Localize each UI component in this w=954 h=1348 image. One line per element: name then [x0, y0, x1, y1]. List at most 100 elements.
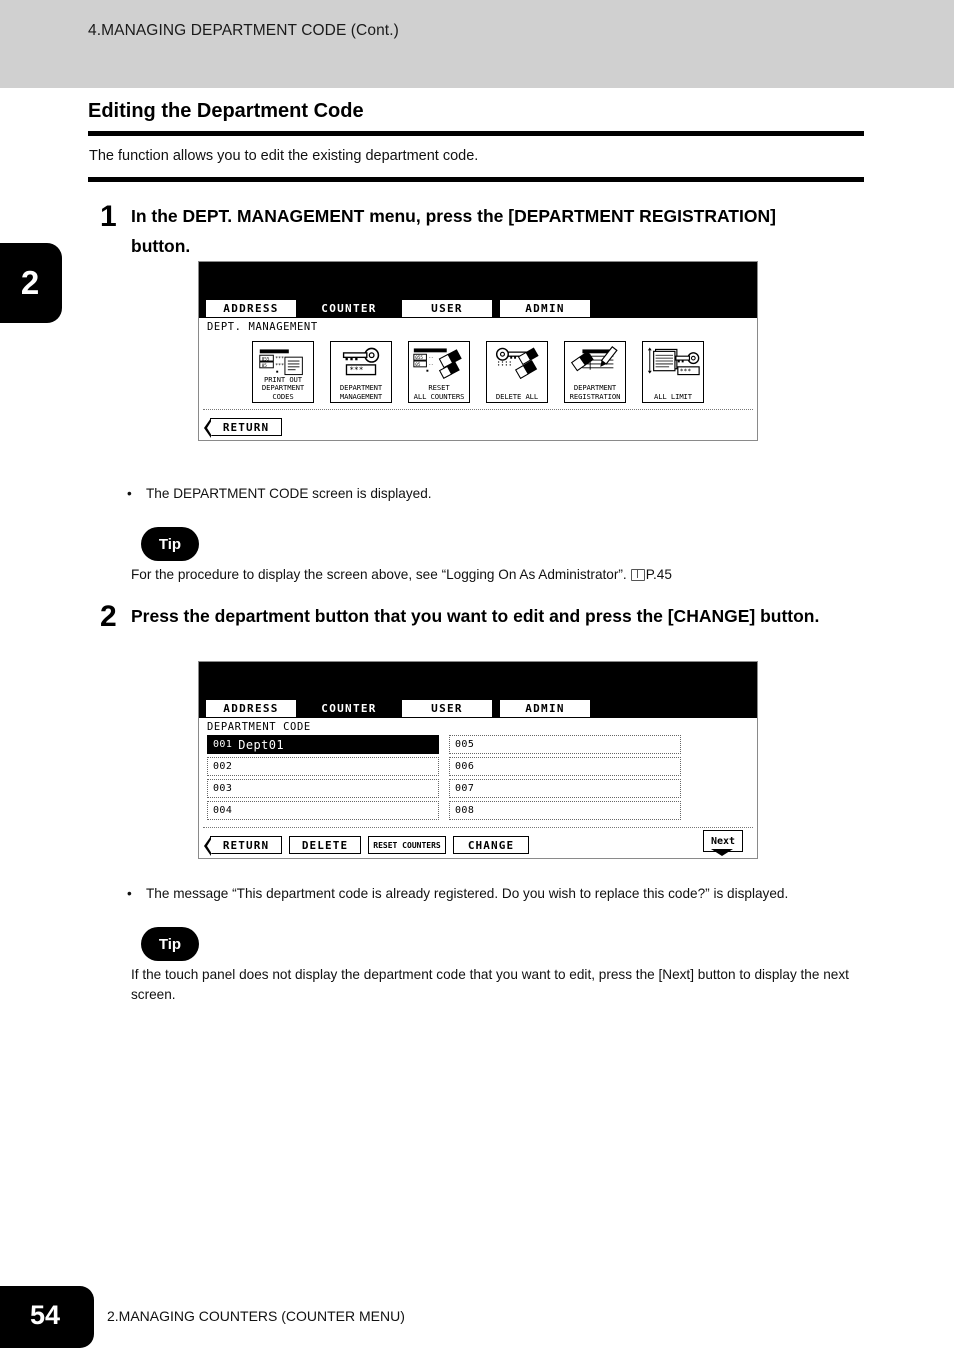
department-code-item[interactable]: 001 Dept01 [207, 735, 439, 754]
section-lead: The function allows you to edit the exis… [89, 148, 479, 164]
department-code-item[interactable]: 006 [449, 757, 681, 776]
tab-user[interactable]: USER [401, 299, 493, 318]
lcd-panel-dept-management[interactable]: ADDRESS COUNTER USER ADMIN DEPT. MANAGEM… [198, 261, 758, 441]
lcd-panel-2-return-button[interactable]: RETURN [204, 835, 282, 856]
department-code-number: 001 [213, 739, 233, 750]
reset-all-counters-icon: 055 05 -- -- [413, 348, 462, 379]
department-code-item[interactable]: 003 [207, 779, 439, 798]
department-code-grid: 001 Dept01 002 003 004 005 006 007 008 [199, 733, 757, 827]
department-code-item[interactable]: 008 [449, 801, 681, 820]
department-management-button[interactable]: ***_ DEPARTMENT MANAGEMENT [330, 341, 392, 403]
lcd-panel-2-footer: RETURN DELETE RESET COUNTERS CHANGE Next [199, 828, 757, 858]
department-code-item[interactable]: 005 [449, 735, 681, 754]
lcd-panel-1-body: DEPT. MANAGEMENT 055 05 *** *** PRINT OU… [199, 318, 757, 440]
department-registration-icon [571, 345, 618, 372]
tip-badge-2: Tip [141, 927, 199, 961]
step-1-note: • The DEPARTMENT CODE screen is displaye… [127, 484, 867, 503]
rule-top [88, 131, 864, 136]
tip-badge-1-label: Tip [158, 535, 182, 553]
department-code-number: 004 [213, 805, 233, 816]
tab-admin[interactable]: ADMIN [499, 299, 591, 318]
chapter-number: 2 [20, 264, 40, 301]
tab-admin-2-label: ADMIN [525, 702, 565, 715]
svg-text:***_: ***_ [349, 366, 368, 375]
department-management-icon: ***_ [342, 347, 380, 376]
department-code-number: 006 [455, 761, 475, 772]
running-head-band: 4.MANAGING DEPARTMENT CODE (Cont.) [0, 0, 954, 88]
department-code-column-left: 001 Dept01 002 003 004 [207, 735, 439, 823]
step-1-number: 1 [100, 200, 117, 233]
print-out-department-codes-button[interactable]: 055 05 *** *** PRINT OUT DEPARTMENT CODE… [252, 341, 314, 403]
tab-address[interactable]: ADDRESS [205, 299, 297, 318]
step-2-note: • The message “This department code is a… [127, 884, 887, 903]
lcd-panel-2-body: DEPARTMENT CODE 001 Dept01 002 003 004 0… [199, 718, 757, 858]
lcd-panel-2-delete-label: DELETE [301, 838, 349, 852]
lcd-panel-2-tabbar[interactable]: ADDRESS COUNTER USER ADMIN [199, 696, 757, 718]
step-2-number: 2 [100, 600, 117, 633]
tab-counter-2[interactable]: COUNTER [303, 699, 395, 718]
lcd-panel-1-caption: DEPT. MANAGEMENT [207, 321, 318, 333]
book-reference-icon [630, 569, 645, 581]
step-2-text: Press the department button that you wan… [131, 606, 820, 626]
lcd-panel-1-header: ADDRESS COUNTER USER ADMIN [199, 262, 757, 318]
tip-text-1-body: For the procedure to display the screen … [131, 567, 627, 582]
tab-admin-label: ADMIN [525, 302, 565, 315]
reset-all-counters-label: RESET ALL COUNTERS [413, 383, 465, 401]
department-registration-button[interactable]: DEPARTMENT REGISTRATION [564, 341, 626, 403]
footer-text: 2.MANAGING COUNTERS (COUNTER MENU) [107, 1308, 405, 1324]
lcd-panel-2-reset-counters-label: RESET COUNTERS [373, 840, 441, 850]
all-limit-icon: ***_ [647, 347, 700, 375]
step-1-note-text: The DEPARTMENT CODE screen is displayed. [146, 486, 432, 501]
section-title: Editing the Department Code [88, 100, 364, 122]
lcd-panel-department-code[interactable]: ADDRESS COUNTER USER ADMIN DEPARTMENT CO… [198, 661, 758, 859]
tip-text-1: For the procedure to display the screen … [131, 565, 871, 585]
tab-user-label: USER [431, 302, 463, 315]
department-code-number: 008 [455, 805, 475, 816]
rule-bottom [88, 177, 864, 182]
svg-text:055: 055 [415, 355, 423, 361]
tip-badge-1: Tip [141, 527, 199, 561]
department-code-item[interactable]: 007 [449, 779, 681, 798]
footer-page-number: 54 [30, 1300, 61, 1330]
department-management-label: DEPARTMENT MANAGEMENT [339, 383, 383, 401]
lcd-panel-2-header: ADDRESS COUNTER USER ADMIN [199, 662, 757, 718]
lcd-panel-2-next-button[interactable]: Next [703, 830, 743, 856]
lcd-panel-2-delete-button[interactable]: DELETE [289, 836, 361, 854]
tab-admin-2[interactable]: ADMIN [499, 699, 591, 718]
chapter-thumb-tab: 2 [0, 243, 62, 323]
svg-text:05: 05 [415, 362, 421, 368]
tab-address-2[interactable]: ADDRESS [205, 699, 297, 718]
svg-text:--: -- [428, 363, 433, 368]
reset-all-counters-button[interactable]: 055 05 -- -- RESET ALL COUNTERS [408, 341, 470, 403]
step-2-note-bullet: • [127, 886, 132, 901]
step-1-text: In the DEPT. MANAGEMENT menu, press the … [131, 206, 776, 256]
tip-text-2: If the touch panel does not display the … [131, 967, 849, 1002]
lcd-panel-2-reset-counters-button[interactable]: RESET COUNTERS [368, 836, 446, 854]
delete-all-icon [495, 347, 539, 379]
dept-management-icon-row: 055 05 *** *** PRINT OUT DEPARTMENT CODE… [199, 333, 757, 409]
department-code-name: Dept01 [238, 737, 285, 752]
svg-text:--: -- [428, 356, 433, 361]
department-code-item[interactable]: 002 [207, 757, 439, 776]
print-out-department-codes-label: PRINT OUT DEPARTMENT CODES [261, 374, 305, 401]
delete-all-button[interactable]: DELETE ALL [486, 341, 548, 403]
print-out-department-codes-icon: 055 05 *** *** [259, 349, 303, 376]
running-head-title: 4.MANAGING DEPARTMENT CODE (Cont.) [88, 22, 399, 39]
all-limit-label: ALL LIMIT [653, 391, 693, 401]
department-code-number: 005 [455, 739, 475, 750]
svg-text:***_: ***_ [680, 368, 695, 375]
lcd-panel-2-change-button[interactable]: CHANGE [453, 836, 529, 854]
lcd-panel-2-caption: DEPARTMENT CODE [207, 721, 311, 733]
tab-user-2[interactable]: USER [401, 699, 493, 718]
lcd-panel-1-return-button[interactable]: RETURN [204, 417, 282, 438]
department-code-item[interactable]: 004 [207, 801, 439, 820]
lcd-panel-1-tabbar[interactable]: ADDRESS COUNTER USER ADMIN [199, 296, 757, 318]
lcd-panel-2-return-label: RETURN [222, 838, 270, 852]
svg-text:***: *** [275, 356, 284, 362]
tip-text-1-ref: P.45 [645, 567, 672, 582]
lcd-panel-2-change-label: CHANGE [467, 838, 515, 852]
all-limit-button[interactable]: ***_ ALL LIMIT [642, 341, 704, 403]
department-registration-label: DEPARTMENT REGISTRATION [569, 383, 621, 401]
tip-badge-2-label: Tip [158, 935, 182, 953]
tab-counter[interactable]: COUNTER [303, 299, 395, 318]
